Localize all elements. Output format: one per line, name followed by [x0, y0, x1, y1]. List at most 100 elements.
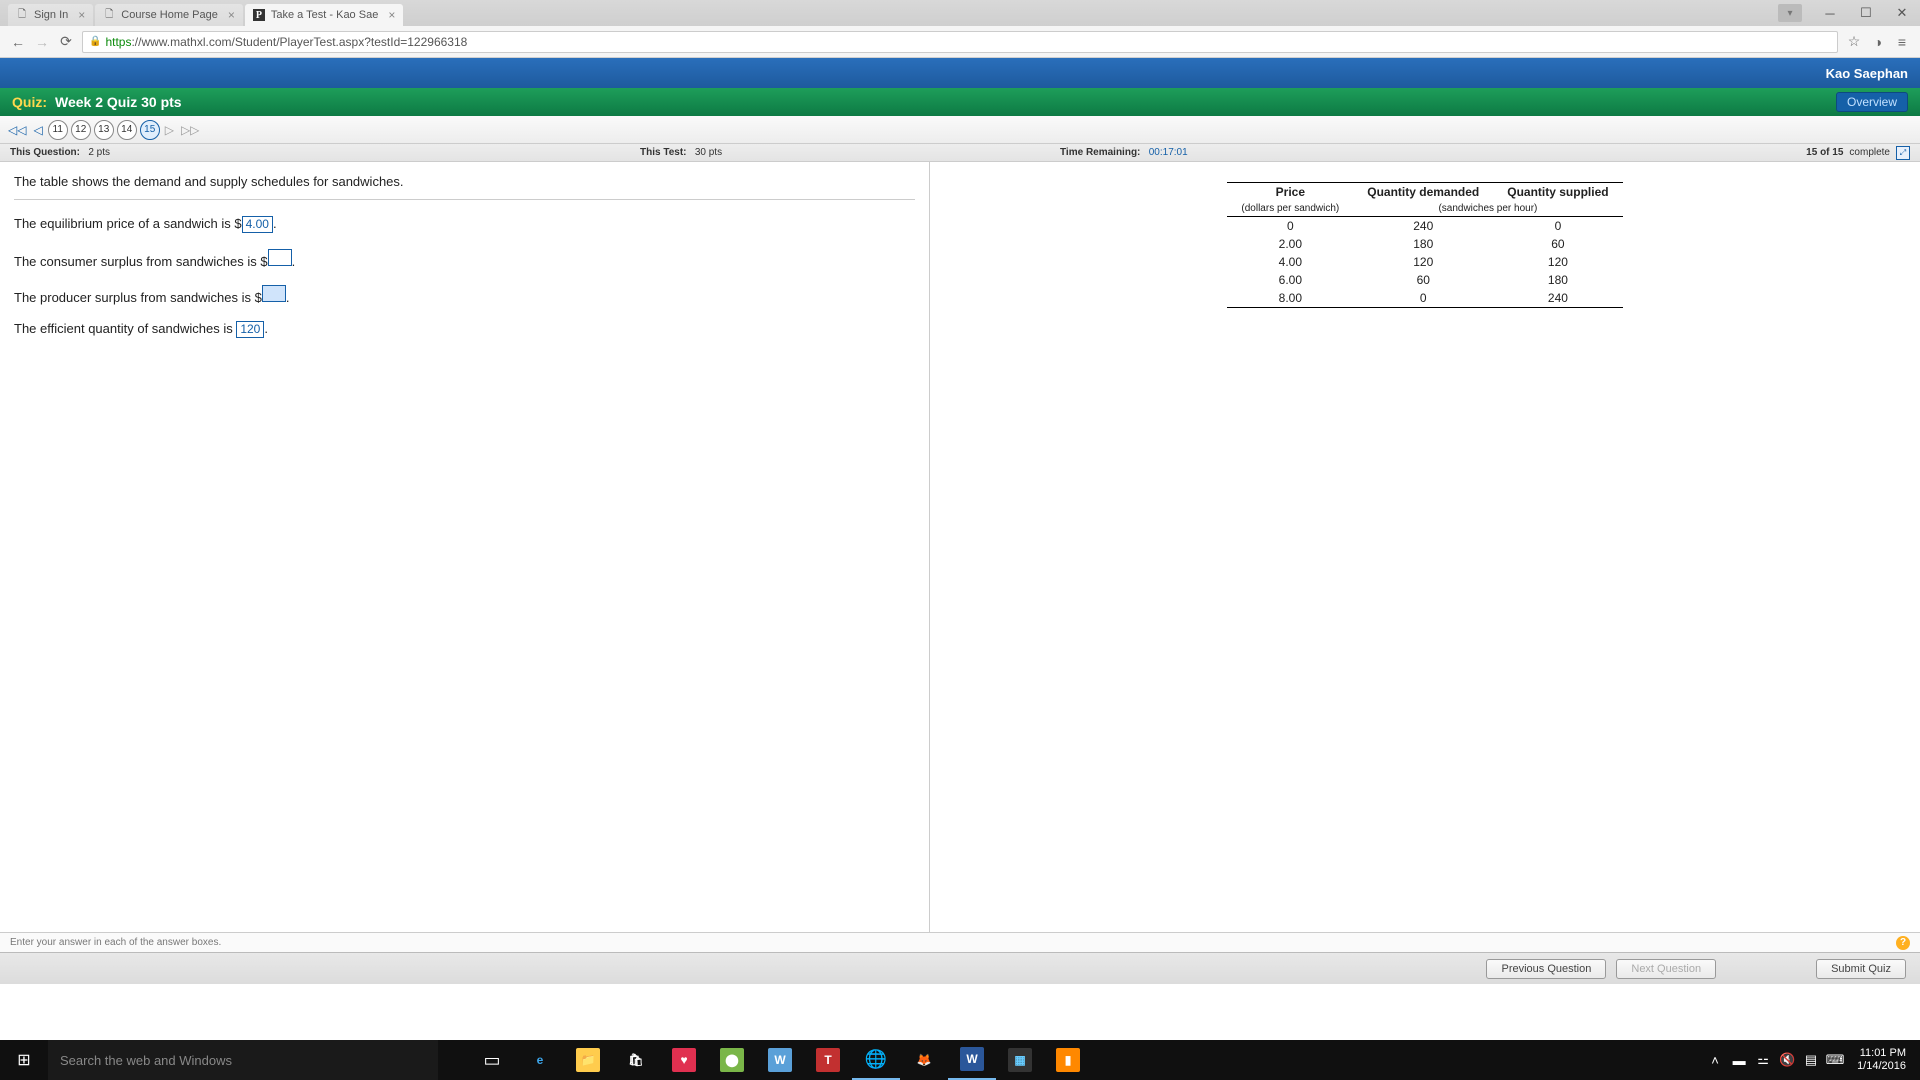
user-icon[interactable]: ▾	[1778, 4, 1802, 22]
username-label: Kao Saephan	[1826, 66, 1908, 81]
app-icon[interactable]: ▮	[1044, 1040, 1092, 1080]
action-center-icon[interactable]: ▤	[1799, 1052, 1823, 1068]
answer-input-1[interactable]: 4.00	[242, 216, 273, 233]
table-cell: 180	[1353, 235, 1493, 253]
question-number[interactable]: 13	[94, 120, 114, 140]
this-test-pts: 30 pts	[695, 147, 722, 158]
action-bar: Previous Question Next Question Submit Q…	[0, 952, 1920, 984]
browser-tab-active[interactable]: P Take a Test - Kao Sae ×	[245, 4, 403, 26]
store-icon[interactable]: 🛍	[612, 1040, 660, 1080]
sub-price: (dollars per sandwich)	[1227, 201, 1353, 217]
file-explorer-icon[interactable]: 📁	[564, 1040, 612, 1080]
volume-mute-icon[interactable]: 🔇	[1775, 1052, 1799, 1068]
content-area: The table shows the demand and supply sc…	[0, 162, 1920, 932]
overview-button[interactable]: Overview	[1836, 92, 1908, 112]
hint-text: Enter your answer in each of the answer …	[10, 937, 221, 948]
previous-question-button[interactable]: Previous Question	[1486, 959, 1606, 979]
close-icon[interactable]: ×	[78, 8, 85, 22]
question-number[interactable]: 12	[71, 120, 91, 140]
col-price: Price	[1227, 183, 1353, 202]
question-line: The efficient quantity of sandwiches is …	[14, 321, 915, 338]
supply-demand-table: Price Quantity demanded Quantity supplie…	[1227, 182, 1622, 308]
maximize-button[interactable]: ☐	[1848, 2, 1884, 24]
table-cell: 180	[1493, 271, 1622, 289]
start-button[interactable]: ⊞	[0, 1040, 48, 1080]
status-bar: This Question: 2 pts This Test: 30 pts T…	[0, 144, 1920, 162]
table-cell: 8.00	[1227, 289, 1353, 308]
submit-quiz-button[interactable]: Submit Quiz	[1816, 959, 1906, 979]
answer-input-2[interactable]	[268, 249, 292, 266]
url-scheme: https	[105, 35, 131, 49]
table-cell: 0	[1353, 289, 1493, 308]
system-tray: ˄ ▬ ⚍ 🔇 ▤ ⌨ 11:01 PM 1/14/2016	[1703, 1040, 1920, 1080]
tab-title: Take a Test - Kao Sae	[271, 9, 378, 21]
data-panel: Price Quantity demanded Quantity supplie…	[930, 162, 1920, 932]
this-question-label: This Question:	[10, 147, 80, 158]
pearson-icon: P	[253, 9, 265, 21]
answer-input-4[interactable]: 120	[236, 321, 264, 338]
window-controls: ▾ ─ ☐ ✕	[1778, 0, 1920, 26]
question-line: The consumer surplus from sandwiches is …	[14, 249, 915, 269]
table-cell: 0	[1227, 217, 1353, 236]
chrome-icon[interactable]: 🌐	[852, 1040, 900, 1080]
clock-time: 11:01 PM	[1857, 1047, 1906, 1060]
reload-button[interactable]: ⟳	[54, 30, 78, 54]
next-question-icon: ▷	[163, 123, 176, 137]
task-view-icon[interactable]: ▭	[468, 1040, 516, 1080]
browser-tab[interactable]: 🗋 Sign In ×	[8, 4, 93, 26]
help-icon[interactable]: ?	[1896, 936, 1910, 950]
edge-icon[interactable]: e	[516, 1040, 564, 1080]
forward-button: →	[30, 30, 54, 54]
minimize-button[interactable]: ─	[1812, 2, 1848, 24]
wifi-icon[interactable]: ⚍	[1751, 1052, 1775, 1068]
col-qs: Quantity supplied	[1493, 183, 1622, 202]
windows-taskbar: ⊞ Search the web and Windows ▭ e 📁 🛍 ♥ ⬤…	[0, 1040, 1920, 1080]
close-icon[interactable]: ×	[388, 8, 395, 22]
question-number[interactable]: 14	[117, 120, 137, 140]
table-cell: 240	[1353, 217, 1493, 236]
menu-icon[interactable]: ≡	[1890, 30, 1914, 54]
app-header: Kao Saephan	[0, 58, 1920, 88]
taskbar-search[interactable]: Search the web and Windows	[48, 1040, 438, 1080]
answer-input-3[interactable]	[262, 285, 286, 302]
sub-qty: (sandwiches per hour)	[1353, 201, 1622, 217]
table-row: 6.0060180	[1227, 271, 1622, 289]
extension-icon[interactable]: ◑	[1866, 30, 1890, 54]
table-cell: 4.00	[1227, 253, 1353, 271]
question-number[interactable]: 11	[48, 120, 68, 140]
firefox-icon[interactable]: 🦊	[900, 1040, 948, 1080]
first-question-icon[interactable]: ◁◁	[6, 123, 28, 137]
expand-icon[interactable]: ⤢	[1896, 146, 1910, 160]
question-line: The equilibrium price of a sandwich is $…	[14, 216, 915, 233]
back-button[interactable]: ←	[6, 30, 30, 54]
table-cell: 2.00	[1227, 235, 1353, 253]
table-row: 4.00120120	[1227, 253, 1622, 271]
close-window-button[interactable]: ✕	[1884, 2, 1920, 24]
word-icon[interactable]: W	[948, 1040, 996, 1080]
quiz-name: Week 2 Quiz 30 pts	[55, 94, 182, 110]
keyboard-icon[interactable]: ⌨	[1823, 1052, 1847, 1068]
table-cell: 120	[1493, 253, 1622, 271]
url-input[interactable]: 🔒 https://www.mathxl.com/Student/PlayerT…	[82, 31, 1838, 53]
app-icon[interactable]: W	[756, 1040, 804, 1080]
progress-count: 15 of 15	[1806, 147, 1843, 158]
url-text: ://www.mathxl.com/Student/PlayerTest.asp…	[131, 35, 467, 49]
photos-icon[interactable]: ▦	[996, 1040, 1044, 1080]
question-prompt: The table shows the demand and supply sc…	[14, 170, 915, 200]
app-icon[interactable]: T	[804, 1040, 852, 1080]
progress-complete: complete	[1849, 147, 1890, 158]
prev-question-icon[interactable]: ◁	[31, 123, 44, 137]
search-placeholder: Search the web and Windows	[60, 1053, 232, 1068]
close-icon[interactable]: ×	[228, 8, 235, 22]
taskbar-clock[interactable]: 11:01 PM 1/14/2016	[1847, 1047, 1916, 1073]
chevron-up-icon[interactable]: ˄	[1703, 1053, 1727, 1068]
question-number-current[interactable]: 15	[140, 120, 160, 140]
app-icon[interactable]: ♥	[660, 1040, 708, 1080]
star-icon[interactable]: ☆	[1842, 30, 1866, 54]
taskbar-apps: ▭ e 📁 🛍 ♥ ⬤ W T 🌐 🦊 W ▦ ▮	[468, 1040, 1092, 1080]
app-icon[interactable]: ⬤	[708, 1040, 756, 1080]
browser-tab[interactable]: 🗋 Course Home Page ×	[95, 4, 243, 26]
next-question-button: Next Question	[1616, 959, 1716, 979]
table-row: 2.0018060	[1227, 235, 1622, 253]
battery-icon[interactable]: ▬	[1727, 1053, 1751, 1068]
